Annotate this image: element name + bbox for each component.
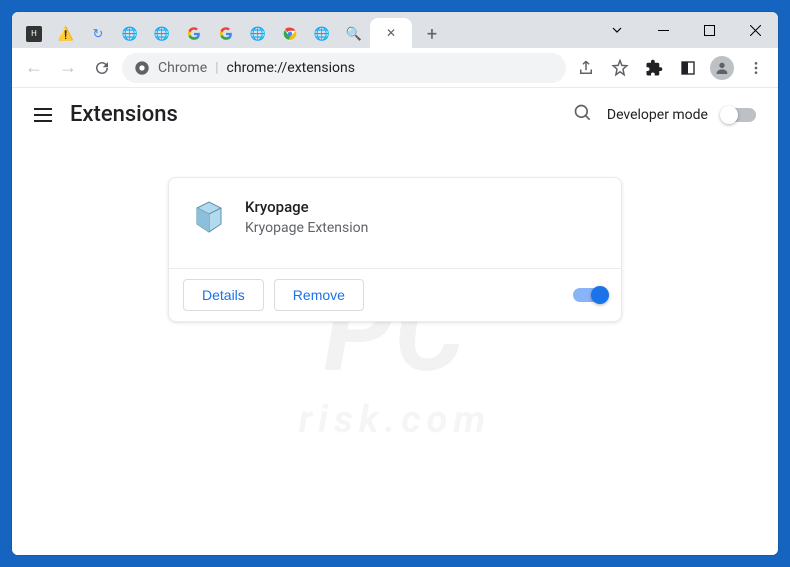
background-tab[interactable]: 🌐: [242, 20, 274, 48]
developer-mode-toggle[interactable]: [722, 108, 756, 122]
reading-list-icon[interactable]: [674, 54, 702, 82]
maximize-button[interactable]: [686, 12, 732, 48]
extension-icon: [189, 198, 229, 238]
share-icon[interactable]: [572, 54, 600, 82]
background-tab[interactable]: 🔍: [338, 20, 370, 48]
favicon-globe-icon: 🌐: [314, 26, 330, 42]
chevron-down-icon[interactable]: [594, 12, 640, 48]
background-tab[interactable]: ↻: [82, 20, 114, 48]
url-divider: |: [215, 60, 218, 76]
extension-card-footer: Details Remove: [169, 268, 621, 321]
background-tab[interactable]: [210, 20, 242, 48]
remove-button[interactable]: Remove: [274, 279, 364, 311]
avatar-icon: [710, 56, 734, 80]
background-tab[interactable]: [274, 20, 306, 48]
address-bar[interactable]: Chrome | chrome://extensions: [122, 53, 566, 83]
background-tab[interactable]: 🌐: [114, 20, 146, 48]
url-path: chrome://extensions: [227, 60, 355, 76]
chrome-logo-icon: [134, 60, 150, 76]
bookmark-icon[interactable]: [606, 54, 634, 82]
extension-description: Kryopage Extension: [245, 220, 368, 236]
developer-mode-label: Developer mode: [607, 107, 708, 123]
close-tab-icon[interactable]: ✕: [386, 26, 396, 40]
extensions-icon[interactable]: [640, 54, 668, 82]
watermark-sub: risk.com: [12, 398, 778, 442]
background-tab[interactable]: H: [18, 20, 50, 48]
forward-button[interactable]: →: [54, 54, 82, 82]
titlebar: H ⚠️ ↻ 🌐 🌐 🌐 🌐 🔍 ✕ +: [12, 12, 778, 48]
url-scheme-label: Chrome: [158, 60, 207, 76]
search-icon[interactable]: [573, 103, 593, 127]
favicon-google-icon: [186, 26, 202, 42]
reload-button[interactable]: [88, 54, 116, 82]
favicon-globe-icon: 🌐: [154, 26, 170, 42]
minimize-button[interactable]: [640, 12, 686, 48]
extensions-header: Extensions Developer mode: [12, 88, 778, 141]
active-tab[interactable]: ✕: [370, 18, 412, 48]
browser-window: H ⚠️ ↻ 🌐 🌐 🌐 🌐 🔍 ✕ + ← →: [12, 12, 778, 555]
menu-icon[interactable]: [34, 108, 52, 122]
plus-icon: +: [427, 24, 437, 45]
menu-button[interactable]: [742, 54, 770, 82]
browser-toolbar: ← → Chrome | chrome://extensions: [12, 48, 778, 88]
window-controls: [594, 12, 778, 48]
favicon-search-icon: 🔍: [346, 26, 362, 42]
extension-enable-toggle[interactable]: [573, 288, 607, 302]
favicon-warning-icon: ⚠️: [58, 26, 74, 42]
background-tab[interactable]: 🌐: [146, 20, 178, 48]
back-button[interactable]: ←: [20, 54, 48, 82]
favicon-globe-icon: 🌐: [122, 26, 138, 42]
profile-button[interactable]: [708, 54, 736, 82]
favicon-google-icon: [218, 26, 234, 42]
extension-card: Kryopage Kryopage Extension Details Remo…: [168, 177, 622, 322]
page-title: Extensions: [70, 102, 178, 127]
details-button[interactable]: Details: [183, 279, 264, 311]
tab-strip: H ⚠️ ↻ 🌐 🌐 🌐 🌐 🔍 ✕ +: [12, 12, 594, 48]
favicon-reload-icon: ↻: [90, 26, 106, 42]
new-tab-button[interactable]: +: [418, 20, 446, 48]
favicon-globe-icon: 🌐: [250, 26, 266, 42]
extension-name: Kryopage: [245, 198, 368, 216]
favicon-chrome-icon: [282, 26, 298, 42]
background-tab[interactable]: 🌐: [306, 20, 338, 48]
favicon-html-icon: H: [26, 26, 42, 42]
background-tab[interactable]: ⚠️: [50, 20, 82, 48]
close-window-button[interactable]: [732, 12, 778, 48]
page-content: PC risk.com Extensions Developer mode: [12, 88, 778, 555]
background-tab[interactable]: [178, 20, 210, 48]
